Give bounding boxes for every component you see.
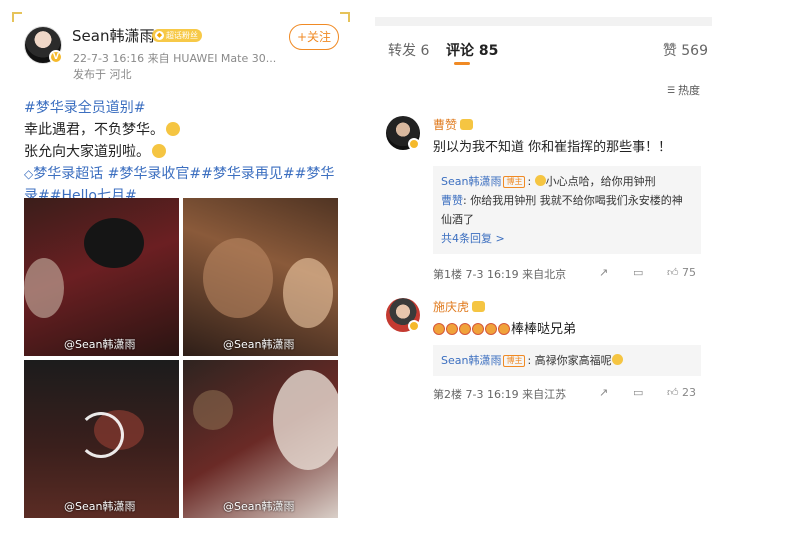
post-image-3[interactable]: @Sean韩潇雨 (24, 360, 179, 518)
post-line-2: 张允向大家道别啦。 (24, 144, 150, 160)
post-body: #梦华录全员道别# 幸此遇君，不负梦华。 张允向大家道别啦。 ◇梦华录超话 #梦… (24, 97, 344, 207)
comment-icon[interactable]: ▭ (633, 266, 643, 279)
reply-text: 小心点哈，给你用钟刑 (545, 175, 656, 188)
verified-icon (408, 138, 420, 150)
author-name[interactable]: Sean韩潇雨 (72, 25, 154, 46)
tab-bar: 转发 6 评论 85 赞 569 (388, 40, 708, 65)
super-topic-icon: ◇ (24, 167, 34, 181)
post-image-1[interactable]: @Sean韩潇雨 (24, 198, 179, 356)
emoji-icon (485, 323, 497, 335)
reply-text: 高禄你家高福呢 (534, 354, 612, 367)
reply-author[interactable]: 曹赞 (441, 194, 463, 207)
post-line-1: 幸此遇君，不负梦华。 (24, 122, 164, 138)
top-divider (375, 17, 712, 26)
emoji-icon (166, 122, 180, 136)
emoji-icon (446, 323, 458, 335)
post-location: 发布于 河北 (73, 68, 132, 81)
fan-badge-label: 超话粉丝 (166, 31, 198, 40)
laugh-emoji-icon (611, 354, 623, 365)
thumb-up-icon: 👍︎ (667, 386, 679, 399)
emoji-icon (472, 323, 484, 335)
comment-text: 棒棒哒兄弟 (433, 318, 576, 337)
share-icon[interactable]: ↗ (599, 266, 608, 279)
emoji-icon (459, 323, 471, 335)
emoji-icon (433, 323, 445, 335)
follow-button[interactable]: +关注 (289, 24, 339, 50)
tab-likes[interactable]: 赞 569 (663, 40, 708, 60)
reply-author[interactable]: Sean韩潇雨 (441, 175, 501, 188)
super-topic-link[interactable]: 梦华录超话 (33, 166, 103, 182)
sort-label: 热度 (678, 84, 700, 97)
fan-badge[interactable]: ◆ 超话粉丝 (152, 29, 202, 42)
comments-panel: 转发 6 评论 85 赞 569 ☰ 热度 曹赞 别以为我不知道 你和崔指挥的那些… (375, 0, 712, 536)
loading-spinner-icon (78, 412, 124, 458)
reply-thread[interactable]: Sean韩潇雨 博主: 高禄你家高福呢 (433, 345, 701, 376)
author-tag: 博主 (503, 355, 526, 367)
sort-icon: ☰ (667, 86, 676, 96)
comment-info: 第1楼 7-3 16:19 来自北京 (433, 268, 567, 281)
comment-info: 第2楼 7-3 16:19 来自江苏 (433, 388, 567, 401)
comment-icon[interactable]: ▭ (633, 386, 643, 399)
image-watermark: @Sean韩潇雨 (64, 338, 136, 351)
like-button[interactable]: 👍︎ 23 (667, 386, 696, 399)
image-watermark: @Sean韩潇雨 (223, 338, 295, 351)
author-tag: 博主 (503, 176, 526, 188)
comment-text: 别以为我不知道 你和崔指挥的那些事！！ (433, 140, 672, 155)
weibo-post-panel: V Sean韩潇雨 ◆ 超话粉丝 22-7-3 16:16 来自 HUAWEI … (0, 0, 355, 536)
emoji-icon (498, 323, 510, 335)
reply-thread[interactable]: Sean韩潇雨 博主: 小心点哈，给你用钟刑 曹赞: 你给我用钟刑 我就不给你喝我… (433, 166, 701, 254)
image-watermark: @Sean韩潇雨 (223, 500, 295, 513)
crown-icon (472, 301, 486, 312)
more-replies-link[interactable]: 共4条回复 > (441, 229, 693, 248)
reply-text: 你给我用钟刑 我就不给你喝我们永安楼的神仙酒了 (441, 194, 683, 226)
topic-link[interactable]: #梦华录全员道别# (24, 100, 145, 116)
verified-icon (408, 320, 420, 332)
comment-footer: 第2楼 7-3 16:19 来自江苏 ↗ ▭ 👍︎ 23 (433, 386, 703, 401)
post-image-2[interactable]: @Sean韩潇雨 (183, 198, 338, 356)
like-count: 23 (682, 386, 696, 399)
diamond-icon: ◆ (155, 31, 164, 40)
like-button[interactable]: 👍︎ 75 (667, 266, 696, 279)
comment-item: 施庆虎 棒棒哒兄弟 Sean韩潇雨 博主: 高禄你家高福呢 第2楼 7-3 16:… (386, 298, 706, 408)
like-count: 75 (682, 266, 696, 279)
commenter-name[interactable]: 曹赞 (433, 116, 474, 133)
emoji-icon (152, 144, 166, 158)
comment-footer: 第1楼 7-3 16:19 来自北京 ↗ ▭ 👍︎ 75 (433, 266, 703, 281)
frame-corner-top-left (12, 12, 22, 22)
sort-toggle[interactable]: ☰ 热度 (667, 82, 700, 98)
post-meta: 22-7-3 16:16 来自 HUAWEI Mate 30... (73, 52, 277, 65)
thumb-up-icon: 👍︎ (667, 266, 679, 279)
image-grid: @Sean韩潇雨 @Sean韩潇雨 @Sean韩潇雨 @Sean韩潇雨 (24, 198, 339, 520)
tab-comments[interactable]: 评论 85 (446, 40, 498, 60)
comment-item: 曹赞 别以为我不知道 你和崔指挥的那些事！！ Sean韩潇雨 博主: 小心点哈，给… (386, 116, 706, 286)
crown-icon (460, 119, 474, 130)
reply-author[interactable]: Sean韩潇雨 (441, 354, 501, 367)
post-image-4[interactable]: @Sean韩潇雨 (183, 360, 338, 518)
frame-corner-top-right (340, 12, 350, 22)
reply-item: Sean韩潇雨 博主: 小心点哈，给你用钟刑 (441, 175, 656, 188)
active-tab-indicator (454, 62, 470, 65)
reply-item: 曹赞: 你给我用钟刑 我就不给你喝我们永安楼的神仙酒了 (441, 194, 683, 226)
commenter-name[interactable]: 施庆虎 (433, 298, 486, 315)
smile-emoji-icon (534, 175, 546, 186)
verified-icon: V (49, 50, 63, 64)
tab-repost[interactable]: 转发 6 (388, 40, 429, 60)
image-watermark: @Sean韩潇雨 (64, 500, 136, 513)
share-icon[interactable]: ↗ (599, 386, 608, 399)
